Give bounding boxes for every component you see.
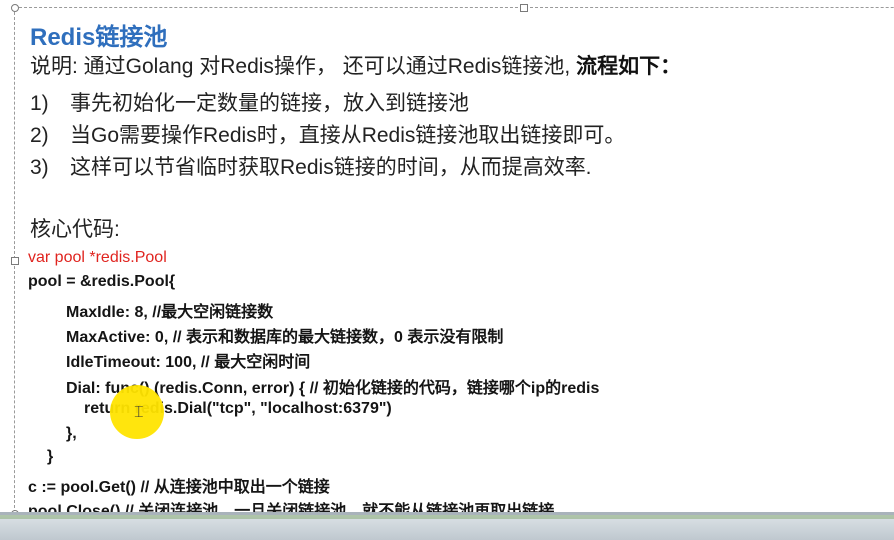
code-line: MaxIdle: 8, //最大空闲链接数: [66, 304, 274, 321]
slide-description: 说明: 通过Golang 对Redis操作， 还可以通过Redis链接池, 流程…: [30, 50, 681, 80]
code-line: MaxActive: 0, // 表示和数据库的最大链接数，0 表示没有限制: [66, 329, 504, 346]
bottom-window-bar: [0, 512, 894, 540]
resize-handle-top-middle[interactable]: [520, 4, 528, 12]
step-number: 2): [30, 124, 49, 147]
core-code-label: 核心代码:: [30, 218, 120, 241]
resize-handle-middle-left[interactable]: [11, 257, 19, 265]
step-item-2: 2) 当Go需要操作Redis时，直接从Redis链接池取出链接即可。: [30, 119, 625, 149]
description-text: 说明: 通过Golang 对Redis操作， 还可以通过Redis链接池,: [30, 55, 577, 78]
step-item-1: 1) 事先初始化一定数量的链接，放入到链接池: [30, 87, 469, 117]
step-item-3: 3) 这样可以节省临时获取Redis链接的时间，从而提高效率.: [30, 151, 592, 181]
code-line: c := pool.Get() // 从连接池中取出一个链接: [28, 479, 330, 496]
slide-canvas: Redis链接池 说明: 通过Golang 对Redis操作， 还可以通过Red…: [0, 0, 894, 540]
step-text: 这样可以节省临时获取Redis链接的时间，从而提高效率.: [70, 156, 592, 179]
code-line: }: [47, 448, 54, 465]
step-text: 当Go需要操作Redis时，直接从Redis链接池取出链接即可。: [70, 124, 626, 147]
slide-title: Redis链接池: [30, 24, 168, 51]
step-number: 3): [30, 156, 49, 179]
code-line: IdleTimeout: 100, // 最大空闲时间: [66, 354, 311, 371]
step-text: 事先初始化一定数量的链接，放入到链接池: [70, 92, 469, 115]
code-line: },: [66, 425, 77, 442]
resize-handle-top-left[interactable]: [11, 4, 19, 12]
text-cursor-icon: ⌶: [134, 402, 144, 421]
code-line: var pool *redis.Pool: [28, 249, 167, 266]
code-line: pool = &redis.Pool{: [28, 273, 176, 290]
bar-accent-strip: [0, 515, 894, 519]
step-number: 1): [30, 92, 49, 115]
description-bold-text: 流程如下：: [576, 55, 682, 78]
